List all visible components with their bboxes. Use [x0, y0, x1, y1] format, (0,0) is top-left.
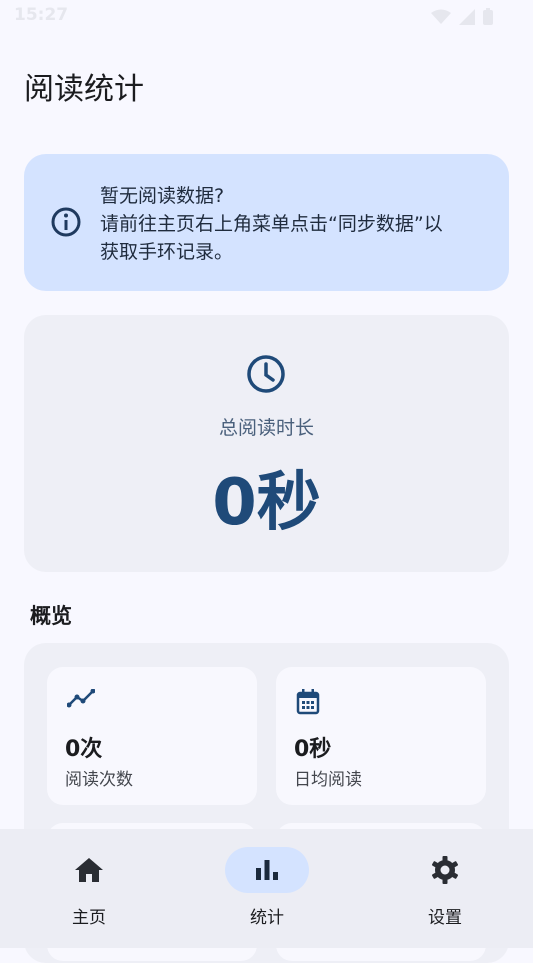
status-icons: [431, 8, 493, 25]
signal-icon: [459, 8, 475, 25]
notice-line-3: 获取手环记录。: [100, 241, 234, 263]
no-data-notice: 暂无阅读数据? 请前往主页右上角菜单点击“同步数据”以 获取手环记录。: [24, 154, 509, 291]
status-bar: 15:27: [0, 0, 533, 36]
bottom-navigation: 主页 统计 设置: [0, 829, 533, 948]
info-icon: [51, 207, 81, 237]
home-icon: [75, 858, 103, 882]
nav-pill-active: [225, 847, 309, 893]
battery-icon: [483, 8, 493, 25]
stat-value: 0秒: [294, 737, 332, 762]
wifi-icon: [431, 9, 451, 24]
calendar-icon: [296, 689, 320, 715]
stat-label: 日均阅读: [294, 770, 362, 790]
stat-value: 0次: [65, 737, 103, 762]
trend-line-icon: [67, 689, 95, 708]
clock-icon: [247, 355, 285, 393]
total-reading-card: 总阅读时长 0秒: [24, 315, 509, 572]
total-reading-value: 0秒: [212, 466, 321, 540]
notice-line-2: 请前往主页右上角菜单点击“同步数据”以: [100, 213, 443, 235]
page-title: 阅读统计: [24, 72, 144, 107]
nav-label: 主页: [72, 908, 106, 928]
nav-pill: [47, 847, 131, 893]
stat-tile-daily-average: 0秒 日均阅读: [276, 667, 486, 805]
bar-chart-icon: [256, 860, 278, 880]
nav-label: 统计: [250, 908, 284, 928]
nav-item-stats[interactable]: 统计: [178, 829, 356, 948]
gear-icon: [431, 856, 459, 884]
status-time: 15:27: [14, 5, 69, 25]
notice-text: 暂无阅读数据? 请前往主页右上角菜单点击“同步数据”以 获取手环记录。: [100, 182, 490, 266]
nav-item-home[interactable]: 主页: [0, 829, 178, 948]
overview-title: 概览: [30, 604, 72, 628]
stat-tile-read-count: 0次 阅读次数: [47, 667, 257, 805]
total-reading-label: 总阅读时长: [218, 417, 314, 439]
nav-label: 设置: [428, 908, 462, 928]
nav-item-settings[interactable]: 设置: [356, 829, 533, 948]
notice-line-1: 暂无阅读数据?: [100, 185, 225, 207]
stat-label: 阅读次数: [65, 770, 133, 790]
nav-pill: [403, 847, 487, 893]
